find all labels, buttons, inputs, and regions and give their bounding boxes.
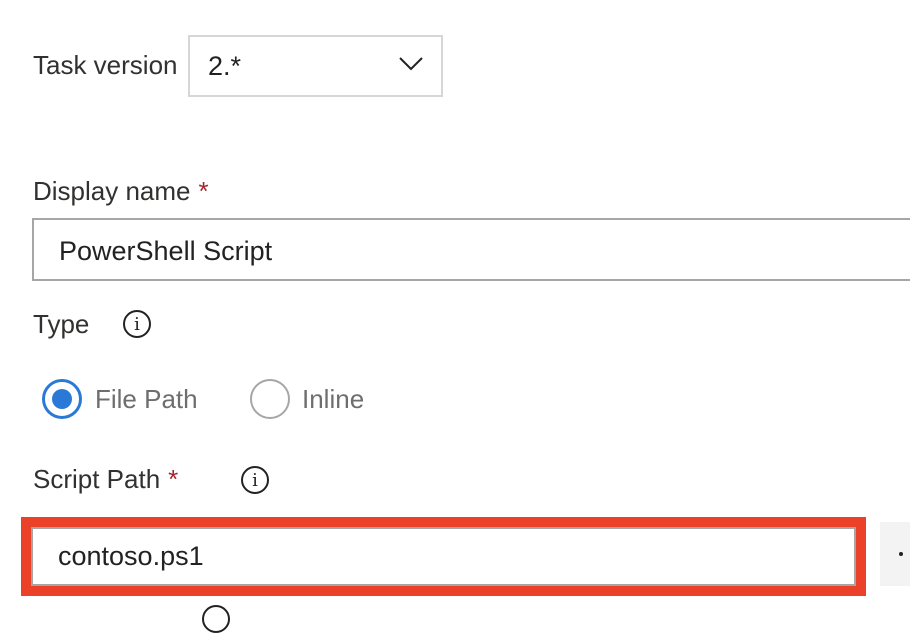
display-name-input[interactable]: PowerShell Script <box>32 218 910 281</box>
script-path-label-text: Script Path <box>33 464 161 494</box>
ellipsis-icon <box>899 552 903 556</box>
required-marker: * <box>168 464 179 494</box>
highlight-box <box>21 517 866 596</box>
type-label: Type <box>33 309 90 339</box>
display-name-label: Display name * <box>33 176 209 207</box>
required-marker: * <box>198 176 209 206</box>
task-version-value: 2.* <box>208 51 242 81</box>
script-path-label: Script Path * <box>33 464 178 495</box>
chevron-down-icon <box>399 57 423 71</box>
task-version-dropdown[interactable]: 2.* <box>188 35 443 97</box>
browse-button[interactable] <box>880 522 910 586</box>
radio-inline[interactable] <box>250 379 290 419</box>
info-glyph: i <box>134 313 140 335</box>
radio-file-path[interactable] <box>42 379 82 419</box>
next-field-info-icon[interactable] <box>202 605 230 633</box>
info-glyph: i <box>252 469 258 491</box>
task-version-label: Task version <box>33 50 178 80</box>
type-info-icon[interactable]: i <box>123 310 151 338</box>
radio-inline-label[interactable]: Inline <box>302 384 364 415</box>
display-name-label-text: Display name <box>33 176 191 206</box>
radio-file-path-label[interactable]: File Path <box>95 384 198 415</box>
display-name-value: PowerShell Script <box>59 236 273 266</box>
script-path-info-icon[interactable]: i <box>241 466 269 494</box>
